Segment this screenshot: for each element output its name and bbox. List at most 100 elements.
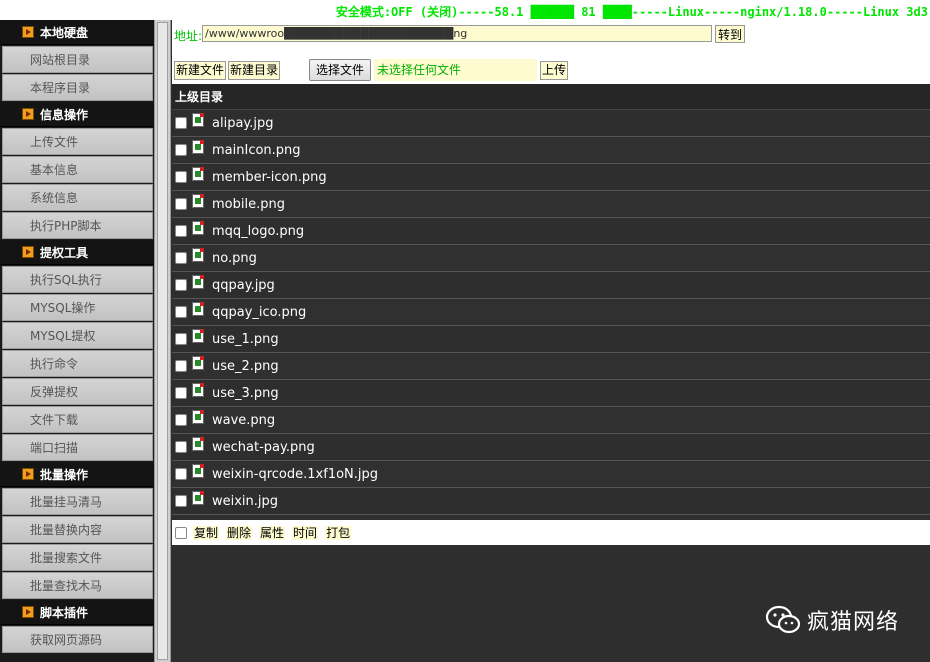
address-label: 地址:	[174, 29, 203, 43]
file-row: alipay.jpg	[172, 110, 930, 137]
action-links: 复制 删除 属性 时间 打包	[193, 524, 358, 541]
image-file-icon	[192, 248, 204, 262]
sidebar-section-header[interactable]: 批量操作	[0, 462, 154, 487]
folder-arrow-icon	[22, 108, 34, 120]
file-name-link[interactable]: no.png	[212, 251, 257, 266]
sidebar-item[interactable]: 网站根目录	[2, 46, 153, 73]
folder-arrow-icon	[22, 246, 34, 258]
sidebar-section-header[interactable]: 本地硬盘	[0, 20, 154, 45]
sidebar-item[interactable]: 获取网页源码	[2, 626, 153, 653]
file-checkbox[interactable]	[175, 414, 187, 426]
image-file-icon	[192, 329, 204, 343]
file-name-link[interactable]: weixin-qrcode.1xf1oN.jpg	[212, 467, 378, 482]
file-row: weixin.jpg	[172, 488, 930, 515]
file-checkbox[interactable]	[175, 360, 187, 372]
sidebar-item[interactable]: 上传文件	[2, 128, 153, 155]
goto-button[interactable]: 转到	[715, 25, 746, 43]
sidebar-section-header[interactable]: 提权工具	[0, 240, 154, 265]
folder-arrow-icon	[22, 26, 34, 38]
sidebar-item[interactable]: 系统信息	[2, 184, 153, 211]
watermark-text: 疯猫网络	[807, 610, 900, 635]
sidebar-item[interactable]: 执行SQL执行	[2, 266, 153, 293]
file-row: wechat-pay.png	[172, 434, 930, 461]
main-panel: 地址: 转到 新建文件 新建目录 选择文件 未选择任何文件 上传 上级目录 al…	[172, 20, 930, 662]
sidebar-section-title: 脚本插件	[40, 605, 89, 620]
image-file-icon	[192, 275, 204, 289]
sidebar-item[interactable]: 执行PHP脚本	[2, 212, 153, 239]
file-row: mqq_logo.png	[172, 218, 930, 245]
file-name-link[interactable]: member-icon.png	[212, 170, 327, 185]
parent-directory-link[interactable]: 上级目录	[172, 84, 930, 110]
action-link[interactable]: 复制	[193, 526, 220, 540]
address-bar: 地址: 转到	[172, 20, 930, 50]
file-name-link[interactable]: qqpay_ico.png	[212, 305, 306, 320]
choose-file-button[interactable]: 选择文件	[309, 59, 372, 81]
file-checkbox[interactable]	[175, 144, 187, 156]
file-name-link[interactable]: qqpay.jpg	[212, 278, 275, 293]
file-checkbox[interactable]	[175, 333, 187, 345]
select-all-checkbox[interactable]	[175, 526, 187, 539]
file-checkbox[interactable]	[175, 252, 187, 264]
file-name-link[interactable]: use_2.png	[212, 359, 279, 374]
file-name-link[interactable]: mqq_logo.png	[212, 224, 304, 239]
sidebar-item[interactable]: MYSQL操作	[2, 294, 153, 321]
sidebar-item[interactable]: MYSQL提权	[2, 322, 153, 349]
file-name-link[interactable]: use_1.png	[212, 332, 279, 347]
sidebar-section-header[interactable]: 信息操作	[0, 102, 154, 127]
sidebar-item[interactable]: 本程序目录	[2, 74, 153, 101]
file-row: use_3.png	[172, 380, 930, 407]
image-file-icon	[192, 194, 204, 208]
file-row: wave.png	[172, 407, 930, 434]
action-bar: 复制 删除 属性 时间 打包	[172, 520, 930, 545]
sidebar-item[interactable]: 批量查找木马	[2, 572, 153, 599]
file-row: no.png	[172, 245, 930, 272]
sidebar: 本地硬盘 网站根目录 本程序目录 信息操作 上传文件 基本信息 系统信息 执行PHP脚本提权工…	[0, 20, 154, 662]
file-name-link[interactable]: weixin.jpg	[212, 494, 278, 509]
sidebar-item[interactable]: 批量替换内容	[2, 516, 153, 543]
file-checkbox[interactable]	[175, 279, 187, 291]
file-status-text: 未选择任何文件	[374, 59, 537, 81]
file-checkbox[interactable]	[175, 441, 187, 453]
new-file-button[interactable]: 新建文件	[174, 61, 227, 80]
sidebar-section-title: 批量操作	[40, 467, 89, 482]
address-input[interactable]	[202, 25, 712, 42]
file-row: use_1.png	[172, 326, 930, 353]
sidebar-item[interactable]: 端口扫描	[2, 434, 153, 461]
sidebar-item[interactable]: 反弹提权	[2, 378, 153, 405]
file-checkbox[interactable]	[175, 225, 187, 237]
file-name-link[interactable]: wechat-pay.png	[212, 440, 315, 455]
file-checkbox[interactable]	[175, 198, 187, 210]
image-file-icon	[192, 491, 204, 505]
action-link[interactable]: 属性	[259, 526, 286, 540]
action-link[interactable]: 删除	[226, 526, 253, 540]
upload-button[interactable]: 上传	[540, 61, 569, 80]
file-checkbox[interactable]	[175, 468, 187, 480]
folder-arrow-icon	[22, 468, 34, 480]
sidebar-item[interactable]: 批量挂马清马	[2, 488, 153, 515]
file-name-link[interactable]: alipay.jpg	[212, 116, 274, 131]
file-checkbox[interactable]	[175, 387, 187, 399]
file-name-link[interactable]: use_3.png	[212, 386, 279, 401]
file-checkbox[interactable]	[175, 171, 187, 183]
file-name-link[interactable]: wave.png	[212, 413, 275, 428]
file-checkbox[interactable]	[175, 306, 187, 318]
action-link[interactable]: 打包	[325, 526, 352, 540]
file-name-link[interactable]: mobile.png	[212, 197, 285, 212]
sidebar-scrollbar-thumb[interactable]	[157, 22, 168, 660]
file-checkbox[interactable]	[175, 495, 187, 507]
file-row: use_2.png	[172, 353, 930, 380]
sidebar-scrollbar[interactable]	[154, 20, 171, 662]
file-name-link[interactable]: mainIcon.png	[212, 143, 301, 158]
image-file-icon	[192, 221, 204, 235]
sidebar-item[interactable]: 文件下载	[2, 406, 153, 433]
sidebar-item[interactable]: 批量搜索文件	[2, 544, 153, 571]
sidebar-section-header[interactable]: 脚本插件	[0, 600, 154, 625]
wechat-icon	[765, 605, 801, 634]
image-file-icon	[192, 383, 204, 397]
sidebar-section-title: 提权工具	[40, 245, 89, 260]
action-link[interactable]: 时间	[292, 526, 319, 540]
sidebar-item[interactable]: 基本信息	[2, 156, 153, 183]
new-directory-button[interactable]: 新建目录	[228, 61, 281, 80]
sidebar-item[interactable]: 执行命令	[2, 350, 153, 377]
file-checkbox[interactable]	[175, 117, 187, 129]
